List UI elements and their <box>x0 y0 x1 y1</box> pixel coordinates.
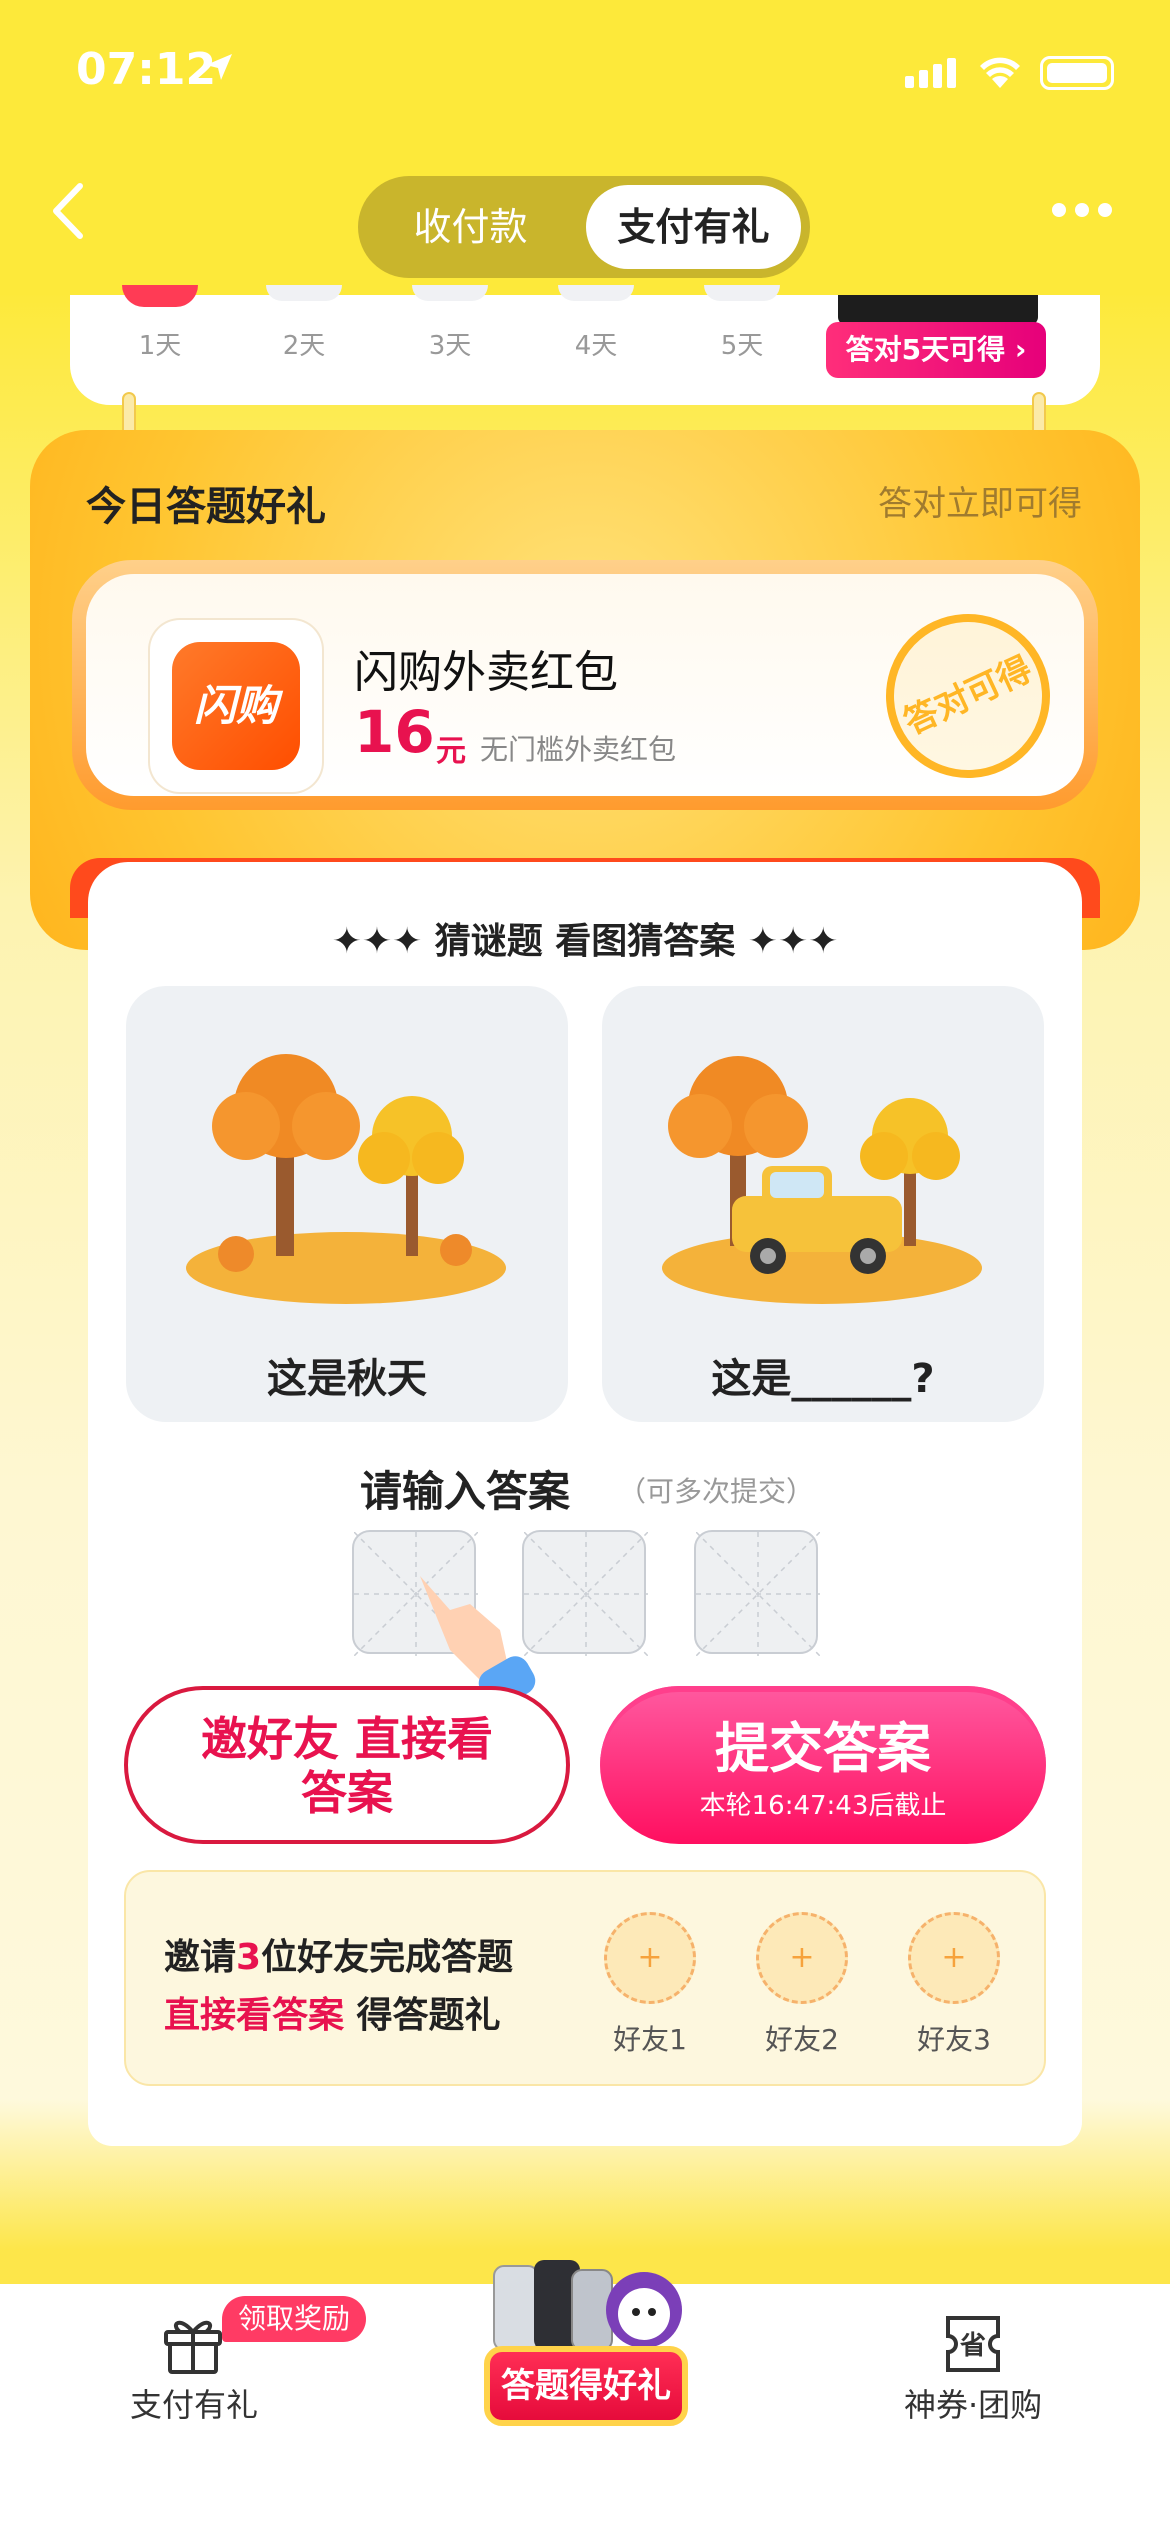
submit-answer-button[interactable]: 提交答案 本轮16:47:43后截止 <box>600 1686 1046 1844</box>
day-label: 3天 <box>428 331 472 361</box>
coupon-save-icon: 省 <box>946 2316 1000 2372</box>
wifi-icon <box>980 57 1020 88</box>
coupon-description: 无门槛外卖红包 <box>480 733 677 766</box>
streak-reward-pill[interactable]: 答对5天可得 › <box>826 322 1046 378</box>
speaker-prize-image <box>838 295 1038 325</box>
friend-slot-3[interactable]: + 好友3 <box>908 1912 1000 2058</box>
gift-icon <box>164 2320 222 2374</box>
friend-label: 好友2 <box>765 2023 839 2056</box>
clue-caption-right: 这是______? <box>711 1356 935 1402</box>
day-marker <box>704 285 780 301</box>
add-friend-icon: + <box>756 1912 848 2004</box>
clue-caption-left: 这是秋天 <box>267 1356 427 1402</box>
invite-button-line1: 邀好友 直接看 <box>200 1712 493 1766</box>
location-icon <box>206 54 232 80</box>
coupon-amount: 16 <box>354 698 435 766</box>
autumn-truck-illustration <box>662 1056 982 1304</box>
more-icon[interactable] <box>1052 202 1121 221</box>
stamp-badge: 答对可得 <box>859 587 1077 805</box>
clue-image-right: 这是______? <box>602 986 1044 1422</box>
add-friend-icon: + <box>604 1912 696 2004</box>
quiz-title: ✦✦✦ 猜谜题 看图猜答案 ✦✦✦ <box>331 921 839 962</box>
submit-button-label: 提交答案 <box>715 1717 931 1780</box>
gift-subtitle: 答对立即可得 <box>878 484 1082 524</box>
deadline-text: 本轮16:47:43后截止 <box>699 1791 947 1821</box>
day-marker <box>558 285 634 301</box>
day-marker <box>266 285 342 301</box>
coupon-card: 闪购 闪购外卖红包 16 元 无门槛外卖红包 答对可得 <box>72 560 1098 810</box>
add-friend-icon: + <box>908 1912 1000 2004</box>
answer-label: 请输入答案 <box>360 1467 571 1516</box>
day-label: 2天 <box>282 331 326 361</box>
invite-button-line2: 答案 <box>301 1766 393 1820</box>
answer-input-slot[interactable] <box>694 1530 820 1656</box>
answer-hint: （可多次提交） <box>618 1475 815 1508</box>
friend-label: 好友3 <box>917 2023 991 2056</box>
invite-friends-button[interactable]: 邀好友 直接看 答案 <box>124 1686 570 1844</box>
battery-icon <box>1040 56 1114 90</box>
invite-friends-panel: 邀请3位好友完成答题 直接看答案 得答题礼 + 好友1 + 好友2 + 好友3 <box>124 1870 1046 2086</box>
status-time: 07:12 <box>76 44 217 95</box>
day-1-marker <box>122 285 198 307</box>
tab-pay-rewards[interactable]: 支付有礼 <box>586 185 801 269</box>
autumn-trees-illustration <box>186 1054 506 1304</box>
claim-reward-badge[interactable]: 领取奖励 <box>222 2296 367 2342</box>
segmented-control: 收付款 支付有礼 <box>358 176 810 278</box>
tab-collect-pay[interactable]: 收付款 <box>358 176 583 278</box>
tab-coupons-group-buy[interactable]: 神券·团购 <box>904 2380 1042 2426</box>
day-label: 5天 <box>720 331 764 361</box>
status-bar: 07:12 <box>0 0 1170 150</box>
clue-image-left: 这是秋天 <box>126 986 568 1422</box>
coupon-title: 闪购外卖红包 <box>354 647 618 698</box>
friend-slot-1[interactable]: + 好友1 <box>604 1912 696 2058</box>
invite-text-line2: 直接看答案 得答题礼 <box>164 1995 501 2036</box>
invite-text-line1: 邀请3位好友完成答题 <box>164 1937 514 1978</box>
tab-pay-rewards-bottom[interactable]: 支付有礼 <box>130 2380 258 2426</box>
quiz-rewards-tab[interactable]: 答题得好礼 <box>484 2346 688 2426</box>
app-icon-frame: 闪购 <box>150 620 322 792</box>
shangou-app-icon: 闪购 <box>172 642 300 770</box>
friend-label: 好友1 <box>613 2023 687 2056</box>
day-label: 4天 <box>574 331 618 361</box>
coupon-icon-text: 省 <box>959 2331 986 2361</box>
back-arrow-icon[interactable] <box>44 176 94 246</box>
coupon-unit: 元 <box>436 734 466 769</box>
day-marker <box>412 285 488 301</box>
gift-title: 今日答题好礼 <box>86 484 326 530</box>
cellular-signal-icon <box>905 58 961 88</box>
day-label: 1天 <box>138 331 182 361</box>
friend-slot-2[interactable]: + 好友2 <box>756 1912 848 2058</box>
